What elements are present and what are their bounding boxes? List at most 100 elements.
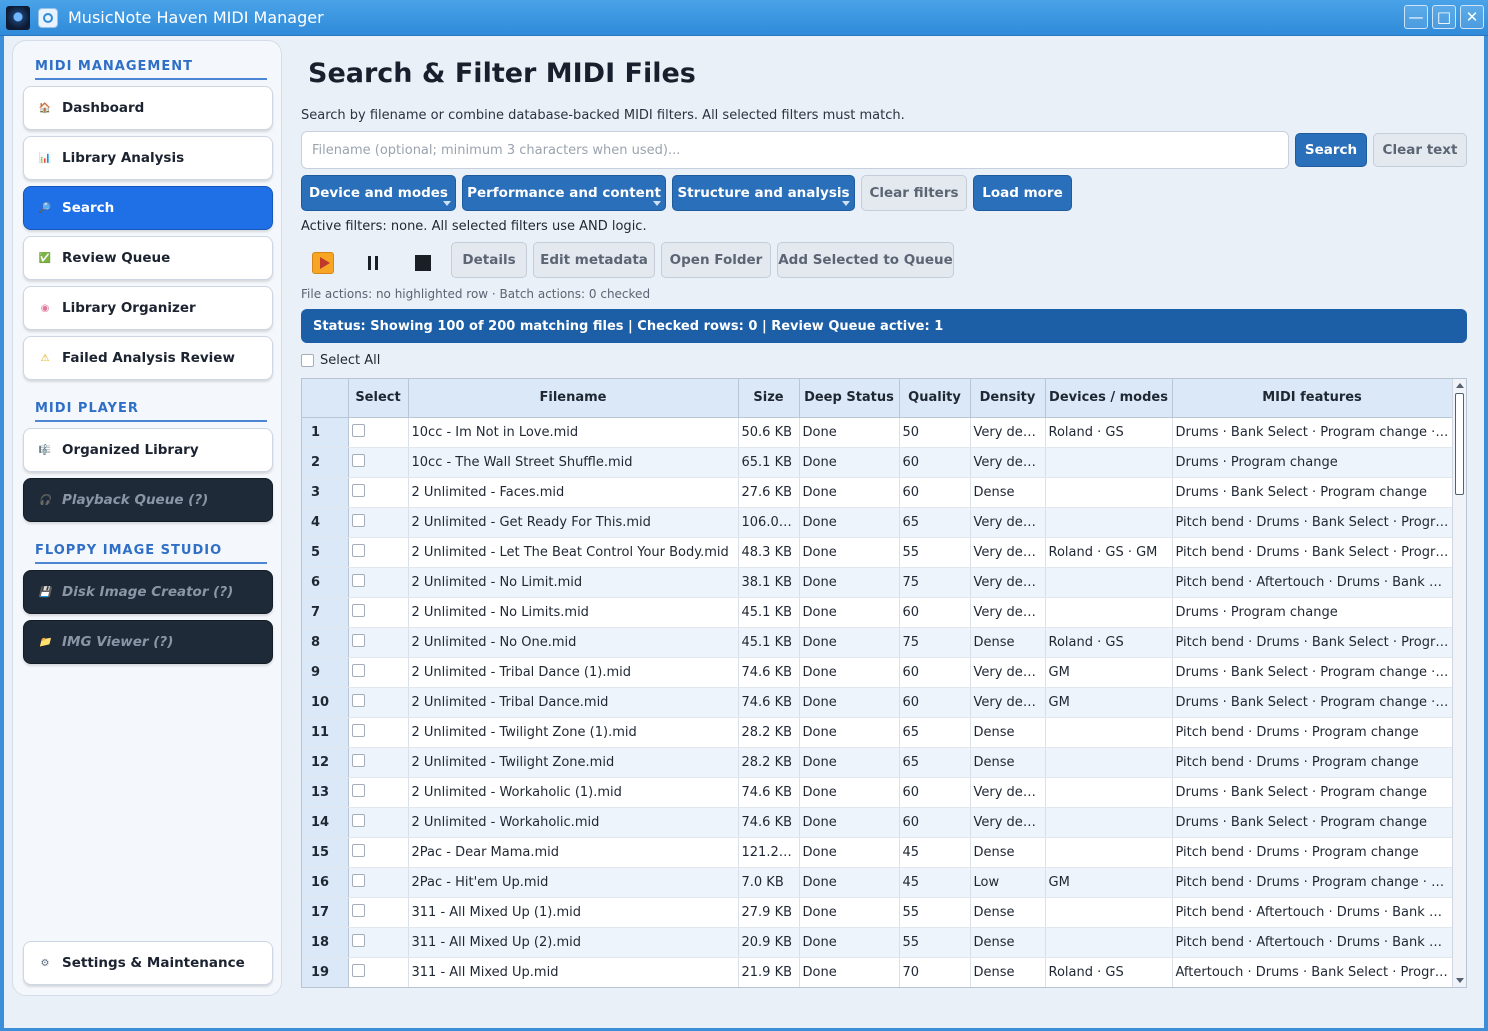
row-checkbox[interactable]: [351, 873, 365, 887]
edit-metadata-button[interactable]: Edit metadata: [533, 242, 655, 278]
row-checkbox[interactable]: [351, 933, 365, 947]
row-number: 5: [302, 537, 349, 568]
table-row[interactable]: 18 311 - All Mixed Up (2).mid 20.9 KB Done 5…: [302, 927, 1453, 958]
table-row[interactable]: 4 2 Unlimited - Get Ready For This.mid 106…: [302, 507, 1453, 538]
select-all-checkbox[interactable]: Select All: [301, 353, 380, 368]
column-header-quality[interactable]: Quality: [899, 379, 971, 418]
row-number: 14: [302, 807, 349, 838]
magnifier-icon: 🔎: [38, 202, 52, 214]
density-cell: Dense: [970, 747, 1046, 778]
search-button[interactable]: Search: [1295, 133, 1367, 167]
row-checkbox[interactable]: [351, 693, 365, 707]
row-checkbox[interactable]: [351, 423, 365, 437]
column-header-select[interactable]: Select: [348, 379, 409, 418]
scrollbar-thumb[interactable]: [1455, 393, 1464, 495]
row-checkbox[interactable]: [351, 903, 365, 917]
table-row[interactable]: 16 2Pac - Hit'em Up.mid 7.0 KB Done 45 Low GM P…: [302, 867, 1453, 898]
load-more-button[interactable]: Load more: [973, 175, 1072, 211]
pause-button[interactable]: [362, 252, 384, 274]
details-button[interactable]: Details: [451, 242, 527, 278]
play-button[interactable]: [312, 252, 334, 274]
column-header-filename[interactable]: Filename: [408, 379, 739, 418]
row-checkbox[interactable]: [351, 573, 365, 587]
column-header-devices-modes[interactable]: Devices / modes: [1045, 379, 1173, 418]
sidebar-item-disk-image-creator[interactable]: 💾 Disk Image Creator (?): [23, 570, 273, 614]
close-button[interactable]: ✕: [1460, 5, 1484, 29]
performance-and-content-dropdown[interactable]: Performance and content: [462, 175, 666, 211]
row-checkbox[interactable]: [351, 963, 365, 977]
quality-cell: 50: [899, 417, 971, 448]
app-icon[interactable]: [38, 7, 58, 28]
sidebar-item-review-queue[interactable]: ✅ Review Queue: [23, 236, 273, 280]
table-row[interactable]: 1 10cc - Im Not in Love.mid 50.6 KB Done 50 V…: [302, 417, 1453, 448]
deep-status-cell: Done: [799, 447, 900, 478]
scroll-up-arrow-icon[interactable]: [1456, 383, 1464, 388]
clear-filters-button[interactable]: Clear filters: [861, 175, 967, 211]
stop-button[interactable]: [412, 252, 434, 274]
table-row[interactable]: 14 2 Unlimited - Workaholic.mid 74.6 KB Don…: [302, 807, 1453, 838]
table-row[interactable]: 7 2 Unlimited - No Limits.mid 45.1 KB Done 6…: [302, 597, 1453, 628]
table-row[interactable]: 13 2 Unlimited - Workaholic (1).mid 74.6 K…: [302, 777, 1453, 808]
row-checkbox[interactable]: [351, 543, 365, 557]
row-checkbox[interactable]: [351, 783, 365, 797]
structure-and-analysis-dropdown[interactable]: Structure and analysis: [672, 175, 855, 211]
table-row[interactable]: 2 10cc - The Wall Street Shuffle.mid 65.1 …: [302, 447, 1453, 478]
row-checkbox[interactable]: [351, 663, 365, 677]
row-number: 7: [302, 597, 349, 628]
row-checkbox[interactable]: [351, 603, 365, 617]
table-row[interactable]: 8 2 Unlimited - No One.mid 45.1 KB Done 75 De…: [302, 627, 1453, 658]
row-checkbox[interactable]: [351, 483, 365, 497]
table-row[interactable]: 10 2 Unlimited - Tribal Dance.mid 74.6 KB D…: [302, 687, 1453, 718]
row-checkbox[interactable]: [351, 723, 365, 737]
column-header-midi-features[interactable]: MIDI features: [1172, 379, 1453, 418]
sidebar-item-organized-library[interactable]: 🎼 Organized Library: [23, 428, 273, 472]
filename-search-input[interactable]: [301, 131, 1289, 169]
table-row[interactable]: 19 311 - All Mixed Up.mid 21.9 KB Done 70 Den…: [302, 957, 1453, 987]
sidebar-item-img-viewer[interactable]: 📁 IMG Viewer (?): [23, 620, 273, 664]
minimize-button[interactable]: —: [1404, 5, 1428, 29]
row-checkbox[interactable]: [351, 813, 365, 827]
row-checkbox[interactable]: [351, 753, 365, 767]
row-checkbox[interactable]: [351, 633, 365, 647]
table-row[interactable]: 15 2Pac - Dear Mama.mid 121.2 KB Done 45 Dens…: [302, 837, 1453, 868]
column-header-deep-status[interactable]: Deep Status: [799, 379, 900, 418]
table-row[interactable]: 17 311 - All Mixed Up (1).mid 27.9 KB Done 5…: [302, 897, 1453, 928]
table-row[interactable]: 3 2 Unlimited - Faces.mid 27.6 KB Done 60 Den…: [302, 477, 1453, 508]
density-cell: Very dense: [970, 597, 1046, 628]
table-row[interactable]: 9 2 Unlimited - Tribal Dance (1).mid 74.6 …: [302, 657, 1453, 688]
row-checkbox[interactable]: [351, 843, 365, 857]
sidebar-item-search[interactable]: 🔎 Search: [23, 186, 273, 230]
warning-icon: ⚠: [40, 352, 50, 364]
sidebar-item-playback-queue[interactable]: 🎧 Playback Queue (?): [23, 478, 273, 522]
row-number: 1: [302, 417, 349, 448]
column-header-size[interactable]: Size: [738, 379, 800, 418]
clear-text-button[interactable]: Clear text: [1373, 133, 1467, 167]
title-bar: MusicNote Haven MIDI Manager — □ ✕: [0, 0, 1488, 36]
caret-down-icon: [443, 201, 451, 206]
open-folder-button[interactable]: Open Folder: [661, 242, 771, 278]
sidebar-item-library-analysis[interactable]: 📊 Library Analysis: [23, 136, 273, 180]
deep-status-cell: Done: [799, 807, 900, 838]
sidebar-item-settings-maintenance[interactable]: ⚙ Settings & Maintenance: [23, 941, 273, 985]
sidebar-item-library-organizer[interactable]: ◉ Library Organizer: [23, 286, 273, 330]
table-vertical-scrollbar[interactable]: [1452, 379, 1466, 987]
table-row[interactable]: 6 2 Unlimited - No Limit.mid 38.1 KB Done 75…: [302, 567, 1453, 598]
sidebar-item-failed-analysis-review[interactable]: ⚠ Failed Analysis Review: [23, 336, 273, 380]
row-checkbox[interactable]: [351, 453, 365, 467]
sidebar-item-dashboard[interactable]: 🏠 Dashboard: [23, 86, 273, 130]
row-checkbox[interactable]: [351, 513, 365, 527]
devices-modes-cell: Roland · GS: [1045, 417, 1173, 448]
midi-features-cell: Drums · Bank Select · Program change: [1172, 777, 1453, 808]
deep-status-cell: Done: [799, 537, 900, 568]
checkbox[interactable]: [301, 354, 314, 367]
table-row[interactable]: 5 2 Unlimited - Let The Beat Control Your…: [302, 537, 1453, 568]
device-and-modes-dropdown[interactable]: Device and modes: [301, 175, 456, 211]
table-row[interactable]: 12 2 Unlimited - Twilight Zone.mid 28.2 KB…: [302, 747, 1453, 778]
maximize-button[interactable]: □: [1432, 5, 1456, 29]
quality-cell: 70: [899, 957, 971, 987]
column-header-density[interactable]: Density: [970, 379, 1046, 418]
deep-status-cell: Done: [799, 717, 900, 748]
scroll-down-arrow-icon[interactable]: [1456, 978, 1464, 983]
table-row[interactable]: 11 2 Unlimited - Twilight Zone (1).mid 28.…: [302, 717, 1453, 748]
add-selected-to-queue-button[interactable]: Add Selected to Queue: [777, 242, 954, 278]
